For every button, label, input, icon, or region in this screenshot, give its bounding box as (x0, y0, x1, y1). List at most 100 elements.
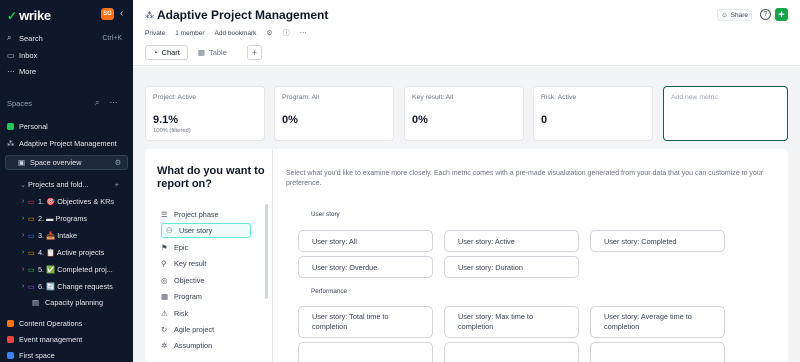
report-type-objective[interactable]: ◎ Objective (161, 273, 251, 288)
key-result-icon: ⚲ (161, 259, 167, 268)
report-type-program[interactable]: ▦ Program (161, 289, 251, 304)
report-list-scrollbar[interactable] (265, 204, 268, 299)
spaces-tools: ⌕ ⋯ (95, 98, 117, 108)
metric-option[interactable]: User story: Total time to completion (298, 306, 433, 338)
metric-option[interactable]: User story: Average time to completion (590, 306, 725, 338)
sidebar-item-personal[interactable]: Personal (0, 119, 133, 134)
sidebar-item-label: Projects and fold... (28, 180, 89, 189)
avatar[interactable]: SG (101, 8, 114, 20)
settings-icon[interactable]: ⚙ (266, 29, 272, 37)
metric-value: 0 (541, 114, 548, 126)
metric-card[interactable]: Key result: All 0% (404, 86, 524, 141)
add-bookmark-link[interactable]: Add bookmark (215, 30, 257, 37)
metric-option-label: User story: Overdue (312, 262, 378, 272)
report-type-label: Project phase (174, 210, 219, 219)
report-type-project-phase[interactable]: ☰ Project phase (161, 207, 251, 222)
sidebar-item-objectives[interactable]: › ▭ 1. 🎯 Objectives & KRs (0, 194, 133, 209)
share-button[interactable]: ☺ Share (717, 9, 752, 21)
chevron-right-icon[interactable]: › (18, 215, 28, 222)
folder-icon: ▭ (28, 249, 35, 257)
tab-chart[interactable]: ◔ Chart (145, 45, 188, 60)
privacy-label[interactable]: Private (145, 30, 165, 37)
report-type-epic[interactable]: ⚑ Epic (161, 240, 251, 255)
search-nav[interactable]: ⌕ Search Ctrl+K (7, 31, 127, 45)
metric-option-label: User story: Duration (458, 262, 523, 272)
report-type-label: Assumption (174, 340, 213, 350)
sidebar-item-first-space[interactable]: First space (0, 348, 133, 362)
program-icon: ▦ (161, 292, 169, 301)
tab-table[interactable]: ▦ Table (191, 45, 234, 60)
metric-option-label: User story: Average time to completion (604, 312, 692, 331)
tab-label: Table (208, 48, 227, 57)
add-icon[interactable]: + (115, 180, 119, 189)
metric-value: 9.1% (153, 114, 179, 126)
report-type-label: User story (179, 226, 213, 235)
metric-option-partial[interactable] (590, 342, 725, 362)
sidebar-item-space-overview[interactable]: ▣ Space overview ⚙ (5, 155, 128, 170)
more-nav[interactable]: ⋯ More (7, 64, 127, 78)
metric-option[interactable]: User story: Completed (590, 230, 725, 252)
folder-icon: ▭ (28, 283, 35, 291)
metric-label: Project: Active (153, 94, 197, 101)
metric-option[interactable]: User story: Max time to completion (444, 306, 579, 338)
sidebar-item-capacity-planning[interactable]: ▤ Capacity planning (0, 295, 133, 310)
info-icon[interactable]: ⓘ (283, 28, 290, 38)
gear-icon[interactable]: ⚙ (114, 158, 121, 167)
metric-option[interactable]: User story: Overdue (298, 256, 433, 278)
report-type-assumption[interactable]: ✲ Assumption (161, 339, 251, 351)
chevron-right-icon[interactable]: › (18, 198, 28, 205)
members-label[interactable]: 1 member (175, 30, 204, 37)
chevron-right-icon[interactable]: › (18, 249, 28, 256)
sidebar-item-event-management[interactable]: Event management (0, 332, 133, 347)
metric-card[interactable]: Program: All 0% (274, 86, 394, 141)
metric-option-partial[interactable] (298, 342, 433, 362)
header: ⁂ Adaptive Project Management Private 1 … (133, 0, 800, 66)
help-icon[interactable]: ? (760, 9, 771, 20)
report-type-label: Risk (174, 309, 189, 318)
create-button[interactable]: + (775, 8, 788, 21)
more-dots-icon[interactable]: ⋯ (300, 29, 307, 37)
sidebar-item-adaptive-pm[interactable]: ⁂ Adaptive Project Management (0, 136, 133, 151)
inbox-nav[interactable]: ▭ Inbox (7, 48, 127, 62)
project-meta: Private 1 member Add bookmark ⚙ ⓘ ⋯ (145, 28, 307, 38)
dashboard-content: Project: Active 9.1% 100% (filtered) Pro… (133, 67, 800, 362)
sidebar-item-content-operations[interactable]: Content Operations (0, 316, 133, 331)
section-label-performance: Performance (311, 288, 348, 295)
chevron-right-icon[interactable]: › (18, 283, 28, 290)
chevron-right-icon[interactable]: › (18, 266, 28, 273)
more-dots-icon: ⋯ (7, 66, 15, 76)
add-view-button[interactable]: + (246, 45, 262, 60)
add-new-metric-card[interactable]: Add new metric (663, 86, 788, 141)
sidebar-item-projects-folders[interactable]: ⌄ Projects and fold... + (0, 177, 133, 192)
sidebar-item-intake[interactable]: › ▭ 3. 📥 Intake (0, 228, 133, 243)
metric-option[interactable]: User story: Active (444, 230, 579, 252)
folder-icon: ▭ (28, 232, 35, 240)
sidebar-item-label: First space (19, 351, 55, 360)
report-type-user-story[interactable]: ⚇ User story (161, 223, 251, 238)
search-shortcut: Ctrl+K (102, 34, 122, 42)
chevron-down-icon[interactable]: ⌄ (18, 181, 28, 189)
inbox-label: Inbox (19, 50, 38, 60)
report-type-agile-project[interactable]: ↻ Agile project (161, 322, 251, 337)
chevron-right-icon[interactable]: › (18, 232, 28, 239)
agile-icon: ↻ (161, 325, 168, 334)
metric-card[interactable]: Risk: Active 0 (533, 86, 653, 141)
report-type-key-result[interactable]: ⚲ Key result (161, 256, 251, 271)
folder-icon: ▭ (28, 266, 35, 274)
metric-option[interactable]: User story: All (298, 230, 433, 252)
report-type-risk[interactable]: ⚠ Risk (161, 306, 251, 321)
metric-option-partial[interactable] (444, 342, 579, 362)
metric-card[interactable]: Project: Active 9.1% 100% (filtered) (145, 86, 265, 141)
sidebar-item-active-projects[interactable]: › ▭ 4. 📋 Active projects (0, 245, 133, 260)
main-area: ⁂ Adaptive Project Management Private 1 … (133, 0, 800, 362)
metric-option[interactable]: User story: Duration (444, 256, 579, 278)
sidebar-item-completed-projects[interactable]: › ▭ 5. ✅ Completed proj... (0, 262, 133, 277)
sidebar-item-programs[interactable]: › ▭ 2. ▬ Programs (0, 211, 133, 226)
phase-icon: ☰ (161, 210, 168, 219)
spaces-more-icon[interactable]: ⋯ (109, 98, 117, 108)
page-title: Adaptive Project Management (157, 8, 329, 22)
folder-icon: ▭ (28, 198, 35, 206)
sidebar-item-change-requests[interactable]: › ▭ 6. 🔄 Change requests (0, 279, 133, 294)
collapse-sidebar-icon[interactable]: ‹ (120, 8, 123, 19)
search-spaces-icon[interactable]: ⌕ (95, 98, 99, 108)
